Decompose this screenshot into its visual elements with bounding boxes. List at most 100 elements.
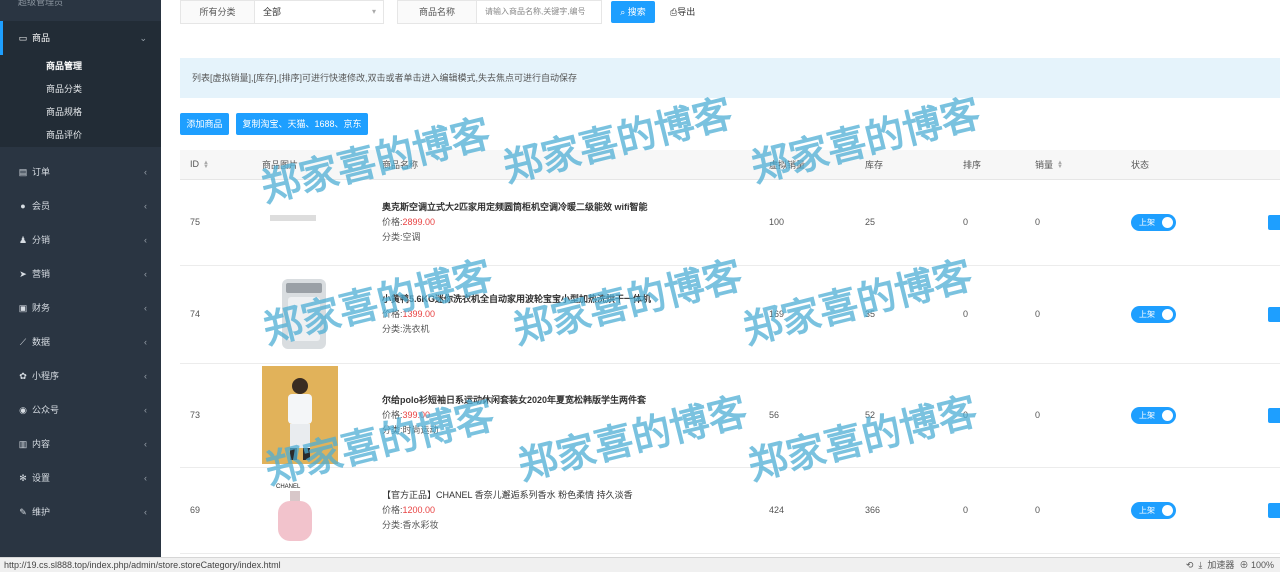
edit-button[interactable] (1268, 502, 1280, 518)
cell-virtual-sales[interactable]: 169 (759, 265, 855, 364)
cell-status: 上架 (1121, 467, 1280, 554)
sidebar-item-maintenance[interactable]: ✎ 维护 ‹ (0, 495, 161, 529)
refresh-icon[interactable]: ⟲ (1186, 560, 1194, 570)
sidebar-item-label: 营销 (32, 269, 51, 279)
gear-icon: ✻ (19, 473, 27, 483)
cell-sort[interactable]: 0 (953, 265, 1025, 364)
cell-virtual-sales[interactable]: 56 (759, 363, 855, 468)
cell-name: 奥克斯空调立式大2匹家用定频圆筒柜机空调冷暖二级能效 wifi智能 价格:289… (372, 179, 759, 266)
chevron-down-icon: ▾ (371, 7, 376, 16)
header-sales[interactable]: 销量 ▲ ▼ (1025, 150, 1121, 180)
sort-icon[interactable]: ▲ ▼ (203, 160, 210, 170)
copy-goods-button[interactable]: 复制淘宝、天猫、1688、京东 (236, 113, 368, 135)
sidebar-item-goods[interactable]: ▭ 商品 ⌄ (0, 21, 161, 55)
sort-icon[interactable]: ▲ ▼ (1057, 160, 1064, 170)
header-image: 商品图片 (252, 150, 372, 180)
sidebar-item-orders[interactable]: ▤ 订单 ‹ (0, 155, 161, 189)
sidebar-item-marketing[interactable]: ➤ 营销 ‹ (0, 257, 161, 291)
status-url: http://19.cs.sl888.top/index.php/admin/s… (4, 560, 281, 570)
sidebar: 超级管理员 ▭ 商品 ⌄ 商品管理 商品分类 商品规格 商品评价 ▤ 订单 ‹ ● 会… (0, 0, 161, 557)
chart-icon: ⟋ (19, 337, 27, 347)
chevron-down-icon: ⌄ (139, 33, 147, 43)
cell-id: 74 (180, 265, 252, 364)
add-goods-button[interactable]: 添加商品 (180, 113, 229, 135)
export-button[interactable]: ⎙导出 (670, 0, 695, 24)
sidebar-subitem-goods-manage[interactable]: 商品管理 (0, 55, 161, 78)
sidebar-item-miniprogram[interactable]: ✿ 小程序 ‹ (0, 359, 161, 393)
sidebar-item-data[interactable]: ⟋ 数据 ‹ (0, 325, 161, 359)
cell-image[interactable] (252, 265, 372, 364)
cell-stock[interactable]: 52 (855, 363, 953, 468)
status-toggle[interactable]: 上架 (1131, 501, 1176, 519)
cell-stock[interactable]: 25 (855, 179, 953, 266)
status-toggle[interactable]: 上架 (1131, 213, 1176, 231)
download-icon[interactable]: ⤓ (1198, 560, 1202, 570)
cell-image[interactable] (252, 179, 372, 266)
cell-id: 75 (180, 179, 252, 266)
sidebar-item-members[interactable]: ● 会员 ‹ (0, 189, 161, 223)
header-id[interactable]: ID ▲ ▼ (180, 150, 252, 180)
goods-name[interactable]: 【官方正品】CHANEL 香奈儿邂逅系列香水 粉色柔情 持久淡香 (382, 488, 759, 503)
goods-thumbnail (270, 215, 316, 221)
cell-status: 上架 (1121, 363, 1280, 468)
sidebar-item-official-account[interactable]: ◉ 公众号 ‹ (0, 393, 161, 427)
notice-bar: 列表[虚拟销量],[库存],[排序]可进行快速修改,双击或者单击进入编辑模式,失… (180, 58, 1280, 98)
search-button-label: 搜索 (627, 7, 646, 17)
zoom-level[interactable]: 100% (1251, 560, 1274, 570)
goods-name-input[interactable]: 请输入商品名称,关键字,编号 (476, 0, 602, 24)
cell-sales: 0 (1025, 467, 1121, 554)
cell-id: 73 (180, 363, 252, 468)
cell-sales: 0 (1025, 265, 1121, 364)
goods-name[interactable]: 奥克斯空调立式大2匹家用定频圆筒柜机空调冷暖二级能效 wifi智能 (382, 200, 759, 215)
goods-category: 分类:空调 (382, 231, 421, 242)
cell-stock[interactable]: 366 (855, 467, 953, 554)
table-row: 73 尔给polo衫短袖日系运动休闲套装女2020年夏宽松韩版学生两件套 价格:… (180, 363, 1280, 468)
edit-button[interactable] (1268, 407, 1280, 423)
edit-button[interactable] (1268, 214, 1280, 230)
sidebar-subitem-goods-category[interactable]: 商品分类 (0, 78, 161, 101)
cell-name: 小黄鸭5.6KG迷你洗衣机全自动家用波轮宝宝小型加热洗烘干一体机 价格:1399… (372, 265, 759, 364)
distribution-icon: ♟ (18, 235, 28, 245)
sidebar-item-finance[interactable]: ▣ 财务 ‹ (0, 291, 161, 325)
sidebar-item-settings[interactable]: ✻ 设置 ‹ (0, 461, 161, 495)
goods-category: 分类:香水彩妆 (382, 519, 439, 530)
edit-button[interactable] (1268, 306, 1280, 322)
sidebar-item-label: 会员 (32, 201, 51, 211)
cell-name: 【官方正品】CHANEL 香奈儿邂逅系列香水 粉色柔情 持久淡香 价格:1200… (372, 467, 759, 554)
goods-name[interactable]: 小黄鸭5.6KG迷你洗衣机全自动家用波轮宝宝小型加热洗烘干一体机 (382, 292, 759, 307)
cell-stock[interactable]: 35 (855, 265, 953, 364)
goods-thumbnail: CHANEL (276, 484, 312, 541)
monitor-icon: ▭ (18, 33, 28, 43)
sidebar-subitem-goods-spec[interactable]: 商品规格 (0, 101, 161, 124)
cell-image[interactable] (252, 363, 372, 468)
goods-price: 价格:2899.00 (382, 216, 436, 227)
cell-image[interactable]: CHANEL (252, 467, 372, 554)
sidebar-item-label: 订单 (32, 167, 51, 177)
sidebar-item-label: 设置 (32, 473, 51, 483)
table-row: 74 小黄鸭5.6KG迷你洗衣机全自动家用波轮宝宝小型加热洗烘干一体机 价格:1… (180, 265, 1280, 364)
sidebar-item-content[interactable]: ▥ 内容 ‹ (0, 427, 161, 461)
sidebar-item-label: 维护 (32, 507, 51, 517)
sidebar-item-distribution[interactable]: ♟ 分销 ‹ (0, 223, 161, 257)
category-filter-label: 所有分类 (180, 0, 255, 24)
cell-sort[interactable]: 0 (953, 363, 1025, 468)
status-toggle[interactable]: 上架 (1131, 305, 1176, 323)
category-select[interactable]: 全部 ▾ (254, 0, 384, 24)
header-status: 状态 (1121, 150, 1280, 180)
table-row: 69 CHANEL 【官方正品】CHANEL 香奈儿邂逅系列香水 粉色柔情 持久… (180, 467, 1280, 554)
goods-price: 价格:1399.00 (382, 308, 436, 319)
cell-virtual-sales[interactable]: 100 (759, 179, 855, 266)
send-icon: ➤ (19, 269, 27, 279)
cell-virtual-sales[interactable]: 424 (759, 467, 855, 554)
search-button[interactable]: ⌕ 搜索 (611, 1, 655, 23)
status-toggle[interactable]: 上架 (1131, 406, 1176, 424)
accelerator-label[interactable]: 加速器 (1207, 560, 1234, 570)
goods-category: 分类:时尚运动 (382, 424, 439, 435)
goods-name[interactable]: 尔给polo衫短袖日系运动休闲套装女2020年夏宽松韩版学生两件套 (382, 393, 759, 408)
admin-role-label[interactable]: 超级管理员 (0, 0, 161, 12)
cell-sort[interactable]: 0 (953, 467, 1025, 554)
cell-sort[interactable]: 0 (953, 179, 1025, 266)
search-icon: ⌕ (620, 7, 626, 17)
sidebar-subitem-goods-review[interactable]: 商品评价 (0, 124, 161, 147)
goods-name-label: 商品名称 (397, 0, 477, 24)
